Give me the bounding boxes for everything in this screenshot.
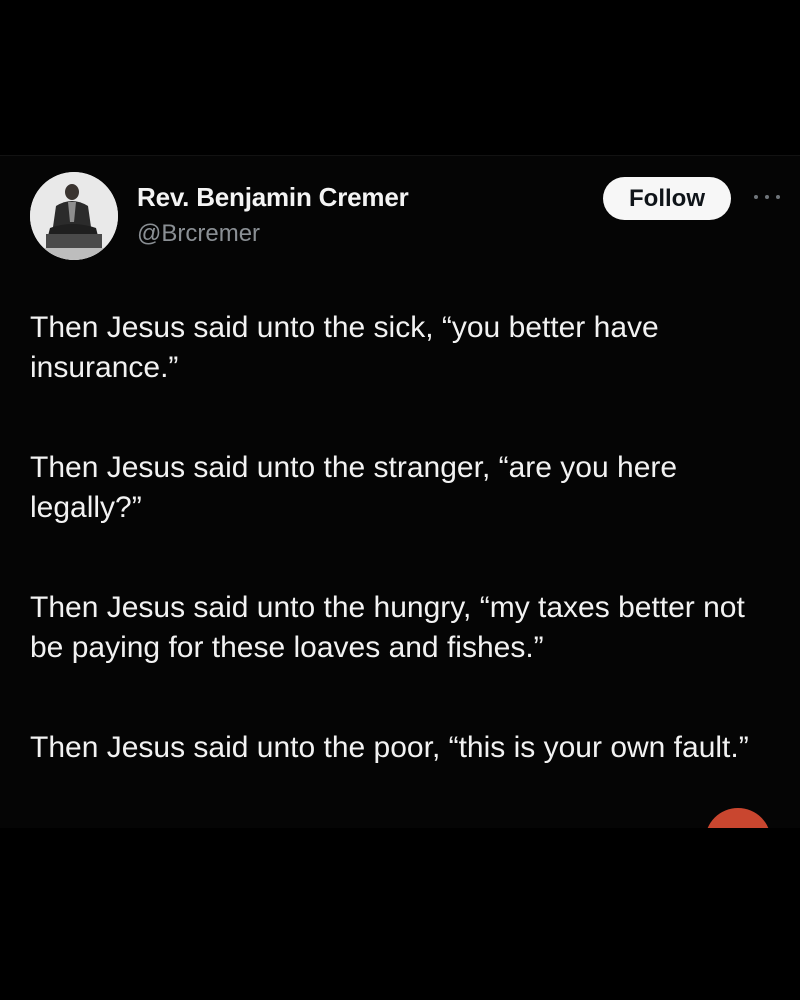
- more-dot: [754, 195, 758, 199]
- author-display-name[interactable]: Rev. Benjamin Cremer: [137, 182, 409, 213]
- follow-button[interactable]: Follow: [603, 177, 731, 220]
- tweet-paragraph: Then Jesus said unto the hungry, “my tax…: [30, 591, 745, 664]
- more-horizontal-icon[interactable]: [752, 192, 784, 202]
- avatar[interactable]: [30, 172, 118, 260]
- tweet-paragraph: Then Jesus said unto the sick, “you bett…: [30, 311, 659, 384]
- more-dot: [776, 195, 780, 199]
- author-handle[interactable]: @Brcremer: [137, 220, 260, 248]
- tweet-text: Then Jesus said unto the sick, “you bett…: [30, 308, 778, 828]
- avatar-photo: [30, 172, 118, 260]
- more-dot: [765, 195, 769, 199]
- tweet-card: Rev. Benjamin Cremer @Brcremer Follow Th…: [0, 155, 800, 828]
- screenshot-page: Rev. Benjamin Cremer @Brcremer Follow Th…: [0, 0, 800, 1000]
- tweet-paragraph: Then Jesus said unto the stranger, “are …: [30, 451, 678, 524]
- tweet-paragraph: Then Jesus said unto the poor, “this is …: [30, 731, 749, 764]
